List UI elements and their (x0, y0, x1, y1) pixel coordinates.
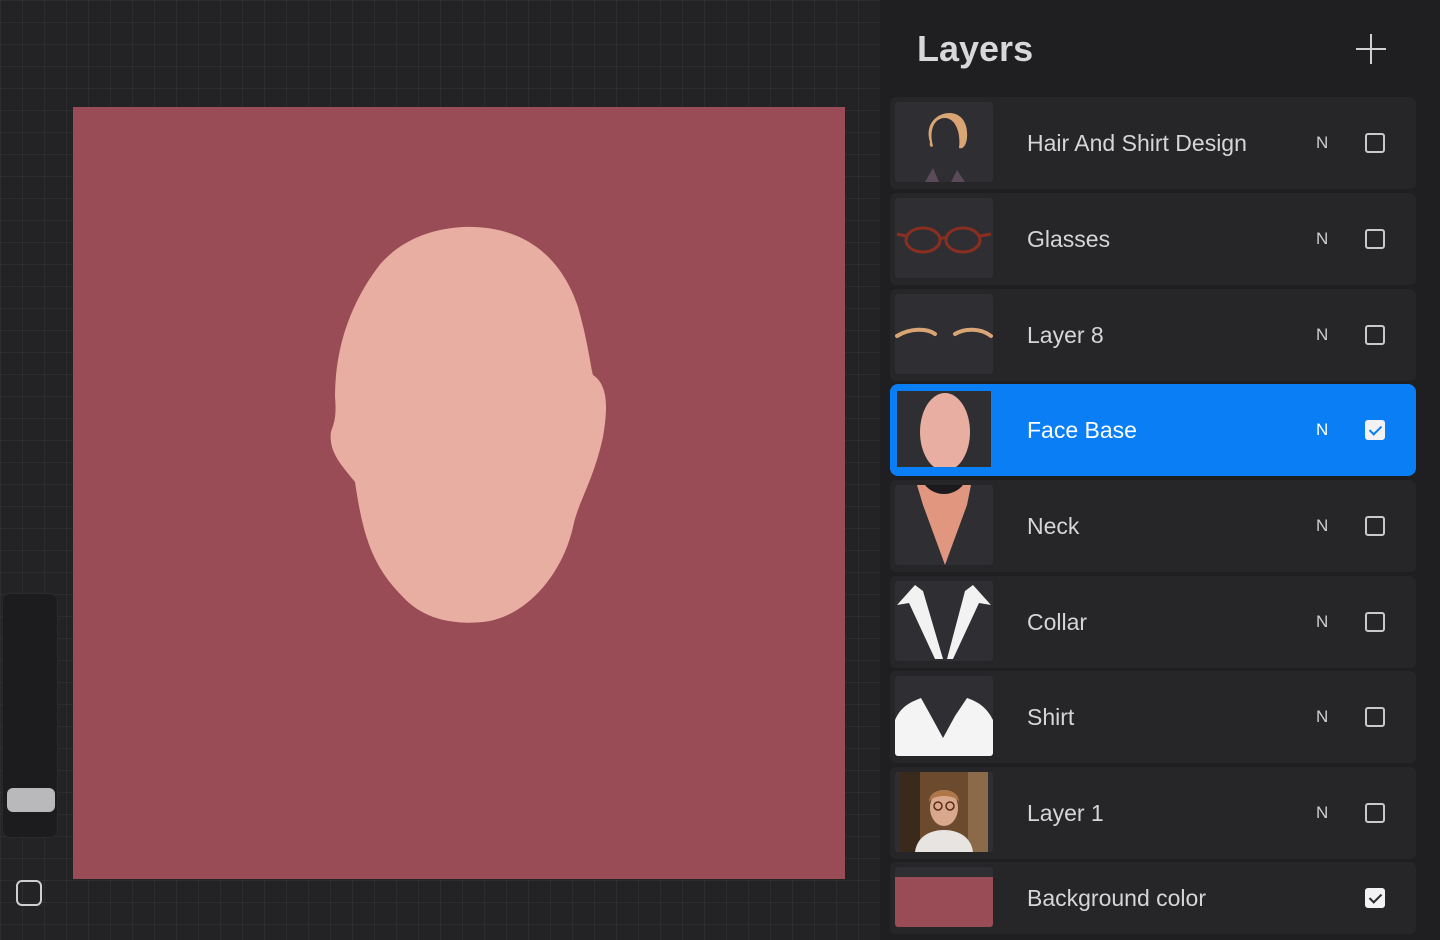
blend-mode[interactable]: N (1316, 767, 1328, 859)
layer-name: Neck (1027, 513, 1080, 539)
blend-mode[interactable]: N (1316, 97, 1328, 189)
blend-mode[interactable]: N (1316, 480, 1328, 572)
layer-name: Layer 1 (1027, 800, 1104, 826)
neck-thumbnail-icon (895, 485, 993, 565)
visibility-checkbox[interactable] (1365, 133, 1385, 153)
slider-handle[interactable] (7, 788, 55, 812)
layer-name: Collar (1027, 609, 1088, 635)
brush-size-slider[interactable] (2, 593, 58, 838)
photo-thumbnail-icon (895, 772, 993, 852)
background-color-swatch (895, 867, 993, 927)
layer-name: Shirt (1027, 704, 1075, 730)
layer-row[interactable]: Neck N (890, 480, 1416, 572)
blend-mode[interactable]: N (1316, 384, 1328, 476)
visibility-checkbox[interactable] (1365, 229, 1385, 249)
layer-name: Layer 8 (1027, 322, 1104, 348)
layers-panel: Layers Hair And Shirt Design N Glasses N (880, 0, 1440, 940)
face-base-drawing (330, 226, 606, 623)
visibility-checkbox[interactable] (1365, 803, 1385, 823)
layer-name: Glasses (1027, 226, 1111, 252)
layer-row-selected[interactable]: Face Base N (890, 384, 1416, 476)
modify-button[interactable] (16, 880, 42, 906)
layer-row[interactable]: Glasses N (890, 193, 1416, 285)
blend-mode[interactable]: N (1316, 671, 1328, 763)
layer-row-background[interactable]: Background color (890, 862, 1416, 934)
plus-icon[interactable] (1356, 34, 1386, 64)
visibility-checkbox[interactable] (1365, 707, 1385, 727)
visibility-checkbox[interactable] (1365, 420, 1385, 440)
drawing-canvas[interactable] (73, 107, 845, 879)
layer-row[interactable]: Layer 1 N (890, 767, 1416, 859)
blend-mode[interactable]: N (1316, 576, 1328, 668)
layer-row[interactable]: Hair And Shirt Design N (890, 97, 1416, 189)
visibility-checkbox[interactable] (1365, 516, 1385, 536)
blend-mode[interactable]: N (1316, 193, 1328, 285)
glasses-thumbnail-icon (895, 198, 993, 278)
face-thumbnail-icon (895, 389, 993, 469)
hair-thumbnail-icon (895, 102, 993, 182)
layer-name: Background color (1027, 885, 1206, 911)
eyebrows-thumbnail-icon (895, 294, 993, 374)
layer-name: Face Base (1027, 417, 1137, 443)
layer-row[interactable]: Collar N (890, 576, 1416, 668)
collar-thumbnail-icon (895, 581, 993, 661)
layer-name: Hair And Shirt Design (1027, 130, 1247, 156)
visibility-checkbox[interactable] (1365, 325, 1385, 345)
visibility-checkbox[interactable] (1365, 888, 1385, 908)
layer-row[interactable]: Shirt N (890, 671, 1416, 763)
panel-title: Layers (917, 28, 1034, 69)
visibility-checkbox[interactable] (1365, 612, 1385, 632)
blend-mode[interactable]: N (1316, 289, 1328, 381)
shirt-thumbnail-icon (895, 676, 993, 756)
layer-row[interactable]: Layer 8 N (890, 289, 1416, 381)
